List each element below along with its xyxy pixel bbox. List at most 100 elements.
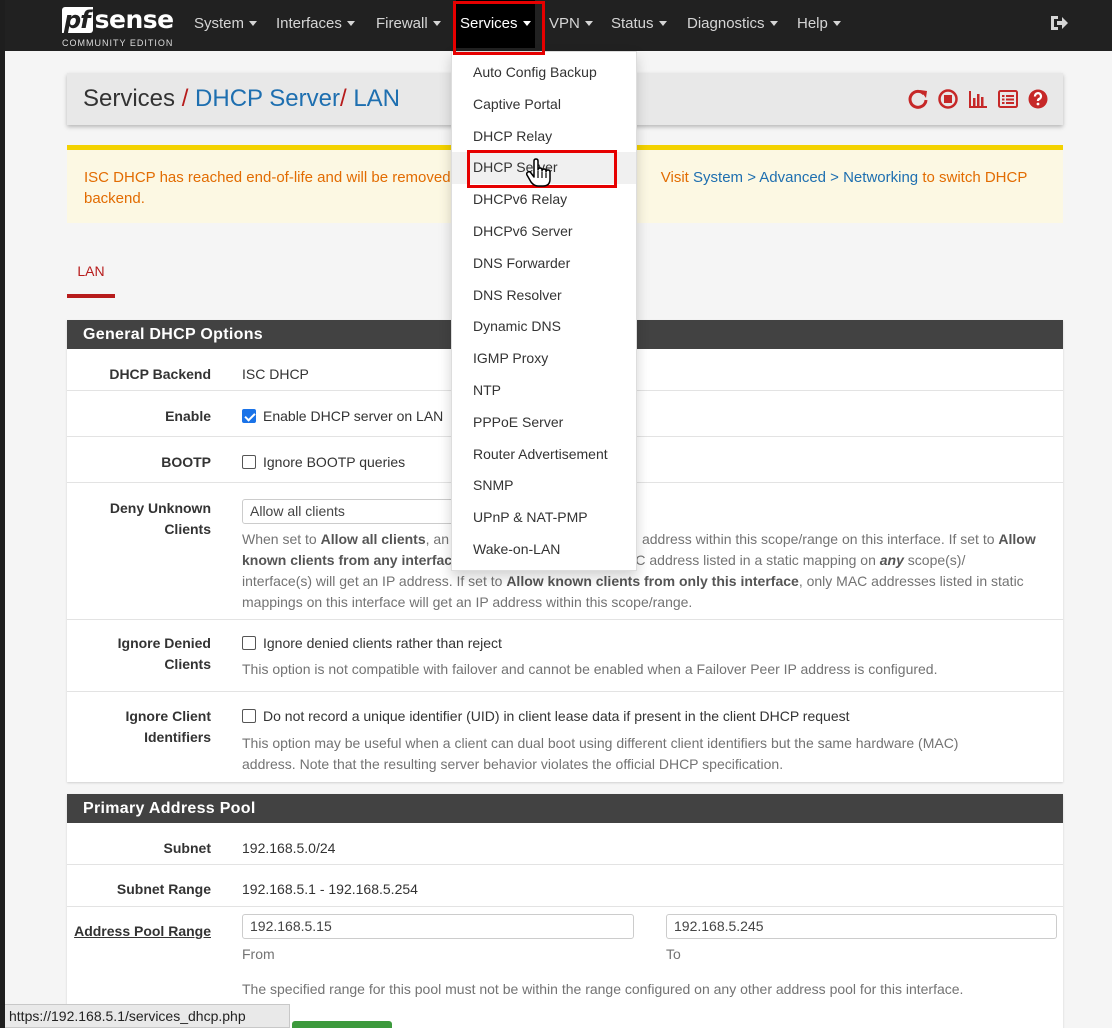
subnet-value: 192.168.5.0/24 [242,840,336,856]
bootp-label: BOOTP [161,454,211,470]
help-text-bold: known clients from any interfac [242,552,453,568]
nav-menu-diagnostics[interactable]: Diagnostics [687,0,778,48]
nav-menu-label: Status [611,15,654,32]
nav-menu-label: Help [797,15,828,32]
caret-down-icon [249,21,258,26]
tab-lan[interactable]: LAN [67,258,115,298]
nav-menu-firewall[interactable]: Firewall [376,0,441,48]
alert-networking-link[interactable]: System > Advanced > Networking [693,169,918,186]
save-button[interactable] [292,1021,392,1028]
top-navbar: pf sense COMMUNITY EDITION System Interfa… [5,0,1112,51]
caret-down-icon [832,21,841,26]
hand-pointer-icon [526,158,551,187]
help-text: scope(s)/ [907,552,966,568]
status-chart-icon[interactable] [967,88,989,110]
ignore-uid-label-line1: Ignore Client [125,708,211,724]
panel-heading: Primary Address Pool [67,794,1063,823]
help-text-bold: Allow all clients [320,531,426,547]
nav-menu-label: System [194,15,245,32]
form-row-ignore-denied: Ignore Denied Clients Ignore denied clien… [67,620,1063,692]
caret-down-icon [346,21,355,26]
subnet-range-value: 192.168.5.1 - 192.168.5.254 [242,881,418,897]
menu-item-snmp[interactable]: SNMP [452,470,636,502]
menu-item-auto-config-backup[interactable]: Auto Config Backup [452,57,636,89]
restart-service-icon[interactable] [907,88,929,110]
bootp-field[interactable]: Ignore BOOTP queries [242,452,405,473]
deny-unknown-help: When set to Allow all clients, an address… [242,529,1055,613]
ignore-denied-checkbox-text: Ignore denied clients rather than reject [263,635,502,651]
alert-text-end: to switch DHCP [922,169,1028,186]
subnet-label: Subnet [163,840,211,856]
enable-checkbox-text: Enable DHCP server on LAN [263,408,444,424]
menu-item-igmp-proxy[interactable]: IGMP Proxy [452,343,636,375]
log-list-icon[interactable] [997,88,1019,110]
nav-menu-label: Interfaces [276,15,342,32]
menu-item-dns-forwarder[interactable]: DNS Forwarder [452,248,636,280]
browser-status-url: https://192.168.5.1/services_dhcp.php [5,1004,290,1028]
caret-down-icon [432,21,441,26]
enable-label: Enable [165,408,211,424]
nav-menu-interfaces[interactable]: Interfaces [276,0,355,48]
ignore-denied-help: This option is not compatible with failo… [242,661,938,677]
stop-service-icon[interactable] [937,88,959,110]
menu-item-upnp-nat-pmp[interactable]: UPnP & NAT-PMP [452,502,636,534]
pool-to-input[interactable]: 192.168.5.245 [666,914,1057,939]
bootp-checkbox-text: Ignore BOOTP queries [263,454,406,470]
ignore-denied-label-line1: Ignore Denied [117,635,211,651]
deny-unknown-label-line2: Clients [164,521,211,537]
ignore-denied-field[interactable]: Ignore denied clients rather than reject [242,633,502,654]
caret-down-icon [658,21,667,26]
enable-checkbox[interactable] [242,409,256,423]
nav-menu-help[interactable]: Help [797,0,841,48]
ignore-denied-checkbox[interactable] [242,636,256,650]
address-pool-range-label[interactable]: Address Pool Range [74,921,211,942]
backend-label: DHCP Backend [109,366,211,382]
breadcrumb-separator: / [339,85,347,112]
nav-menu-status[interactable]: Status [611,0,667,48]
menu-item-router-advertisement[interactable]: Router Advertisement [452,439,636,471]
bootp-checkbox[interactable] [242,455,256,469]
nav-menu-label: Diagnostics [687,15,765,32]
help-text-bold: Allow known clients from only this inter… [506,573,799,589]
header-icon-bar [907,88,1049,110]
nav-menu-system[interactable]: System [194,0,258,48]
ignore-uid-field[interactable]: Do not record a unique identifier (UID) … [242,706,850,727]
deny-unknown-label: Deny Unknown Clients [110,498,211,540]
menu-item-dynamic-dns[interactable]: Dynamic DNS [452,311,636,343]
breadcrumb-lan-link[interactable]: LAN [353,85,400,112]
help-text: interface(s) will get an IP address. If … [242,573,503,589]
alert-visit-text: Visit [660,169,689,186]
menu-item-captive-portal[interactable]: Captive Portal [452,89,636,121]
form-row-subnet: Subnet 192.168.5.0/24 [67,823,1063,865]
menu-item-ntp[interactable]: NTP [452,375,636,407]
menu-item-dhcpv6-relay[interactable]: DHCPv6 Relay [452,184,636,216]
logo-sense-text: sense [94,5,174,34]
breadcrumb-services: Services [83,85,176,112]
form-row-subnet-range: Subnet Range 192.168.5.1 - 192.168.5.254 [67,865,1063,907]
pool-from-input[interactable]: 192.168.5.15 [242,914,634,939]
breadcrumb-dhcp-server-link[interactable]: DHCP Server [195,85,340,112]
menu-item-dhcp-relay[interactable]: DHCP Relay [452,121,636,153]
ignore-uid-label: Ignore Client Identifiers [125,706,211,748]
ignore-uid-help: This option may be useful when a client … [242,733,1055,775]
caret-down-icon [769,21,778,26]
menu-item-dhcpv6-server[interactable]: DHCPv6 Server [452,216,636,248]
menu-item-wake-on-lan[interactable]: Wake-on-LAN [452,534,636,566]
nav-menu-vpn[interactable]: VPN [549,0,593,48]
ignore-uid-checkbox[interactable] [242,709,256,723]
pfsense-logo[interactable]: pf sense COMMUNITY EDITION [62,5,180,49]
alert-text-backend: backend. [84,190,145,207]
nav-menu-label: VPN [549,15,580,32]
logout-icon[interactable] [1049,13,1069,33]
nav-menu-label: Firewall [376,15,428,32]
ignore-uid-checkbox-text: Do not record a unique identifier (UID) … [263,708,850,724]
enable-field[interactable]: Enable DHCP server on LAN [242,406,443,427]
menu-item-pppoe-server[interactable]: PPPoE Server [452,407,636,439]
help-text-bold: Allow [998,531,1036,547]
logo-pf-text: pf [62,7,93,33]
menu-item-dns-resolver[interactable]: DNS Resolver [452,280,636,312]
deny-unknown-select[interactable]: Allow all clients [242,499,462,524]
help-text: mappings on this interface will get an I… [242,594,693,610]
pool-range-help: The specified range for this pool must n… [242,981,964,997]
help-icon[interactable] [1027,88,1049,110]
